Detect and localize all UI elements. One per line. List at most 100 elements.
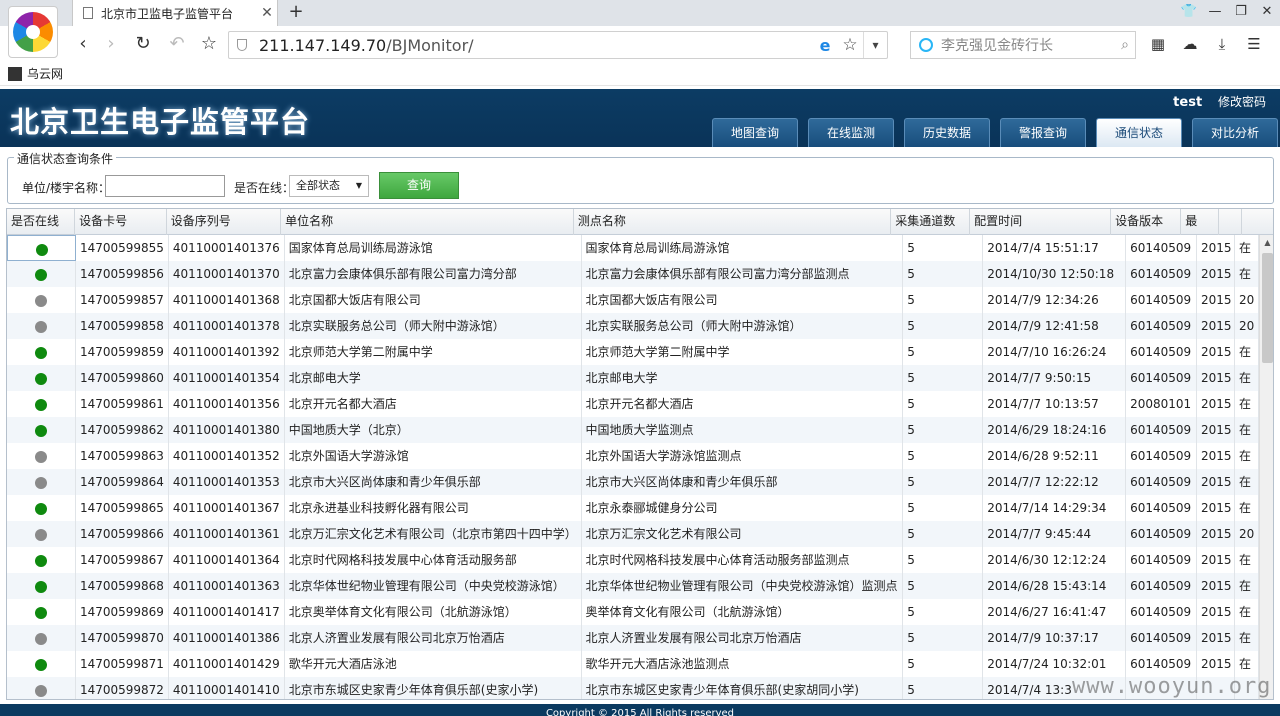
online-status-cell [7,495,76,521]
table-row[interactable]: 14700599869 40110001401417 北京奥举体育文化有限公司（北航… [7,599,1259,625]
table-row[interactable]: 14700599860 40110001401354 北京邮电大学 北京邮电大学 5 20… [7,365,1259,391]
menu-icon[interactable]: ☰ [1238,31,1270,57]
cell-channels: 5 [903,235,984,261]
browser-logo[interactable] [8,6,58,58]
cell-card: 14700599858 [76,313,169,339]
cell-serial: 40110001401378 [169,313,285,339]
table-row[interactable]: 14700599864 40110001401353 北京市大兴区尚体康和青少年俱乐… [7,469,1259,495]
undo-button[interactable]: ↶ [164,31,190,57]
chevron-down-icon[interactable]: ▾ [863,32,887,58]
minimize-button[interactable]: — [1202,0,1228,26]
cell-channels: 5 [903,287,984,313]
cell-config-time: 2014/7/9 10:37:17 [983,625,1127,651]
table-row[interactable]: 14700599868 40110001401363 北京华体世纪物业管理有限公司（… [7,573,1259,599]
cell-extra: 20 [1235,287,1259,313]
close-window-button[interactable]: ✕ [1254,0,1280,26]
nav-tab[interactable]: 在线监测 [808,118,894,147]
online-status-select[interactable]: 全部状态 ▼ [289,175,369,197]
vertical-scrollbar[interactable]: ▲ [1259,235,1273,699]
search-box[interactable]: 李克强见金砖行长 ⌕ [910,31,1136,59]
cell-last: 2015 [1197,495,1235,521]
table-row[interactable]: 14700599870 40110001401386 北京人济置业发展有限公司北京万… [7,625,1259,651]
column-header[interactable]: 设备序列号 [167,209,282,235]
cell-last: 2015 [1197,547,1235,573]
column-header[interactable]: 测点名称 [574,209,892,235]
table-row[interactable]: 14700599857 40110001401368 北京国都大饭店有限公司 北京国都… [7,287,1259,313]
cell-channels: 5 [903,651,984,677]
cell-extra: 在 [1235,469,1259,495]
table-row[interactable]: 14700599859 40110001401392 北京师范大学第二附属中学 北京师… [7,339,1259,365]
search-icon[interactable]: ⌕ [1115,37,1135,53]
column-header[interactable]: 单位名称 [281,209,574,235]
column-header[interactable]: 设备版本 [1111,209,1182,235]
bookmark-star-icon[interactable]: ☆ [837,35,863,55]
cell-point: 北京人济置业发展有限公司北京万怡酒店 [582,625,904,651]
nav-tab[interactable]: 地图查询 [712,118,798,147]
cloud-icon[interactable]: ☁ [1174,31,1206,57]
app-header: 北京卫生电子监管平台 test 修改密码 地图查询 在线监测 历史数据 警报查询 通信状… [0,89,1280,147]
cell-card: 14700599861 [76,391,169,417]
online-status-icon [35,268,47,281]
cell-version: 60140509 [1126,573,1198,599]
forward-button[interactable]: › [98,31,124,57]
maximize-button[interactable]: ❐ [1228,0,1254,26]
table-row[interactable]: 14700599865 40110001401367 北京永进基业科技孵化器有限公司… [7,495,1259,521]
table-row[interactable]: 14700599863 40110001401352 北京外国语大学游泳馆 北京外国语… [7,443,1259,469]
skin-icon[interactable]: 👕 [1176,0,1202,26]
cell-card: 14700599860 [76,365,169,391]
unit-name-input[interactable] [105,175,225,197]
cell-last: 2015 [1197,417,1235,443]
nav-tab[interactable]: 警报查询 [1000,118,1086,147]
address-bar[interactable]: 211.147.149.70/BJMonitor/ e ☆ ▾ [228,31,888,59]
column-header[interactable]: 最 [1181,209,1219,235]
table-row[interactable]: 14700599855 40110001401376 国家体育总局训练局游泳馆 国家体… [7,235,1259,261]
browser-tab[interactable]: 北京市卫监电子监管平台 ✕ [72,0,278,26]
back-button[interactable]: ‹ [70,31,96,57]
offline-status-icon [35,320,47,333]
ie-mode-icon[interactable]: e [813,36,837,55]
scroll-up-icon[interactable]: ▲ [1260,235,1273,251]
table-row[interactable]: 14700599858 40110001401378 北京实联服务总公司（师大附中游… [7,313,1259,339]
table-row[interactable]: 14700599856 40110001401370 北京富力会康体俱乐部有限公司富… [7,261,1259,287]
table-row[interactable]: 14700599867 40110001401364 北京时代网格科技发展中心体育活… [7,547,1259,573]
apps-grid-icon[interactable]: ▦ [1142,31,1174,57]
table-row[interactable]: 14700599866 40110001401361 北京万汇宗文化艺术有限公司（北… [7,521,1259,547]
online-status-icon [35,658,47,671]
cell-point: 北京永泰郦城健身分公司 [582,495,904,521]
cell-serial: 40110001401361 [169,521,285,547]
url-text[interactable]: 211.147.149.70/BJMonitor/ [259,36,813,55]
cell-card: 14700599862 [76,417,169,443]
new-tab-button[interactable]: + [285,1,307,23]
column-header[interactable]: 设备卡号 [75,209,167,235]
cell-config-time: 2014/7/7 10:13:57 [983,391,1127,417]
query-button[interactable]: 查询 [379,172,459,199]
cell-point: 北京华体世纪物业管理有限公司（中央党校游泳馆）监测点 [582,573,904,599]
cell-unit: 北京富力会康体俱乐部有限公司富力湾分部 [285,261,582,287]
page-title: 北京卫生电子监管平台 [10,105,311,139]
nav-tab[interactable]: 对比分析 [1192,118,1278,147]
browser-toolbar: ‹ › ↻ ↶ ☆ 211.147.149.70/BJMonitor/ e ☆ … [0,26,1280,62]
column-header[interactable]: 配置时间 [970,209,1112,235]
favorite-star-button[interactable]: ☆ [196,31,222,57]
close-tab-icon[interactable]: ✕ [257,5,277,21]
nav-tab[interactable]: 通信状态 [1096,118,1182,147]
nav-tab[interactable]: 历史数据 [904,118,990,147]
cell-channels: 5 [903,495,984,521]
column-header[interactable]: 采集通道数 [891,209,971,235]
scroll-thumb[interactable] [1262,253,1273,363]
table-row[interactable]: 14700599862 40110001401380 中国地质大学（北京） 中国地质大… [7,417,1259,443]
cell-last: 2015 [1197,287,1235,313]
cell-unit: 北京市大兴区尚体康和青少年俱乐部 [285,469,582,495]
table-row[interactable]: 14700599861 40110001401356 北京开元名都大酒店 北京开元名都… [7,391,1259,417]
cell-serial: 40110001401417 [169,599,285,625]
download-icon[interactable]: ⤓ [1206,31,1238,57]
cell-config-time: 2014/6/30 12:12:24 [983,547,1127,573]
cell-serial: 40110001401370 [169,261,285,287]
cell-unit: 北京万汇宗文化艺术有限公司（北京市第四十四中学） [285,521,582,547]
column-header[interactable]: 是否在线 [7,209,76,235]
change-password-link[interactable]: 修改密码 [1218,95,1266,109]
cell-point: 北京邮电大学 [582,365,904,391]
table-body: 14700599855 40110001401376 国家体育总局训练局游泳馆 国家体… [7,235,1259,699]
reload-button[interactable]: ↻ [130,31,156,57]
bookmark-item[interactable]: 乌云网 [27,65,63,82]
